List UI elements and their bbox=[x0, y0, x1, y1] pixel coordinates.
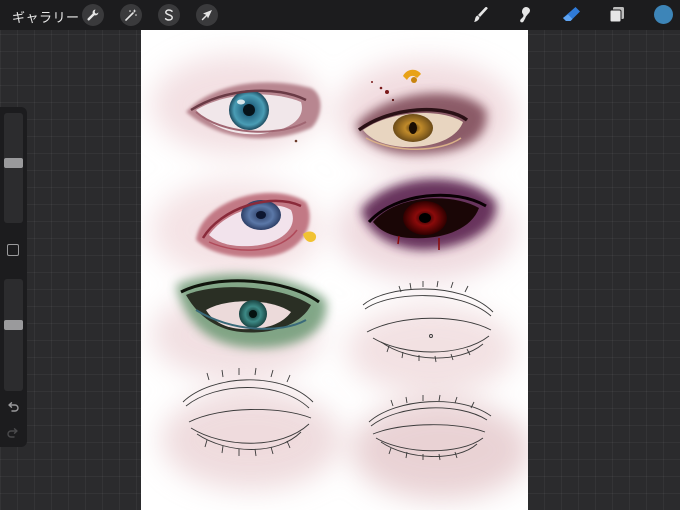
opacity-slider[interactable] bbox=[4, 279, 23, 391]
arrow-cursor-icon bbox=[201, 10, 212, 21]
transform-button[interactable] bbox=[196, 4, 218, 26]
brush-icon[interactable] bbox=[469, 4, 491, 26]
color-picker-button[interactable] bbox=[654, 5, 673, 24]
wrench-icon bbox=[87, 9, 99, 21]
layers-icon[interactable] bbox=[606, 4, 628, 26]
left-sidebar bbox=[0, 107, 27, 447]
smudge-icon[interactable] bbox=[512, 4, 534, 26]
undo-icon[interactable] bbox=[6, 401, 20, 415]
eye-studies-artwork bbox=[151, 55, 528, 500]
gallery-button[interactable]: ギャラリー bbox=[12, 7, 80, 26]
brush-size-slider[interactable] bbox=[4, 113, 23, 223]
redo-icon[interactable] bbox=[6, 427, 20, 441]
top-toolbar: ギャラリー bbox=[0, 0, 680, 30]
selection-button[interactable] bbox=[158, 4, 180, 26]
drawing-canvas[interactable] bbox=[141, 30, 528, 510]
adjustments-button[interactable] bbox=[120, 4, 142, 26]
modify-button[interactable] bbox=[7, 244, 19, 256]
opacity-thumb[interactable] bbox=[4, 320, 23, 330]
brush-size-thumb[interactable] bbox=[4, 158, 23, 168]
selection-s-icon bbox=[164, 9, 173, 21]
magic-wand-icon bbox=[125, 9, 137, 21]
eraser-icon[interactable] bbox=[560, 4, 582, 26]
actions-button[interactable] bbox=[82, 4, 104, 26]
